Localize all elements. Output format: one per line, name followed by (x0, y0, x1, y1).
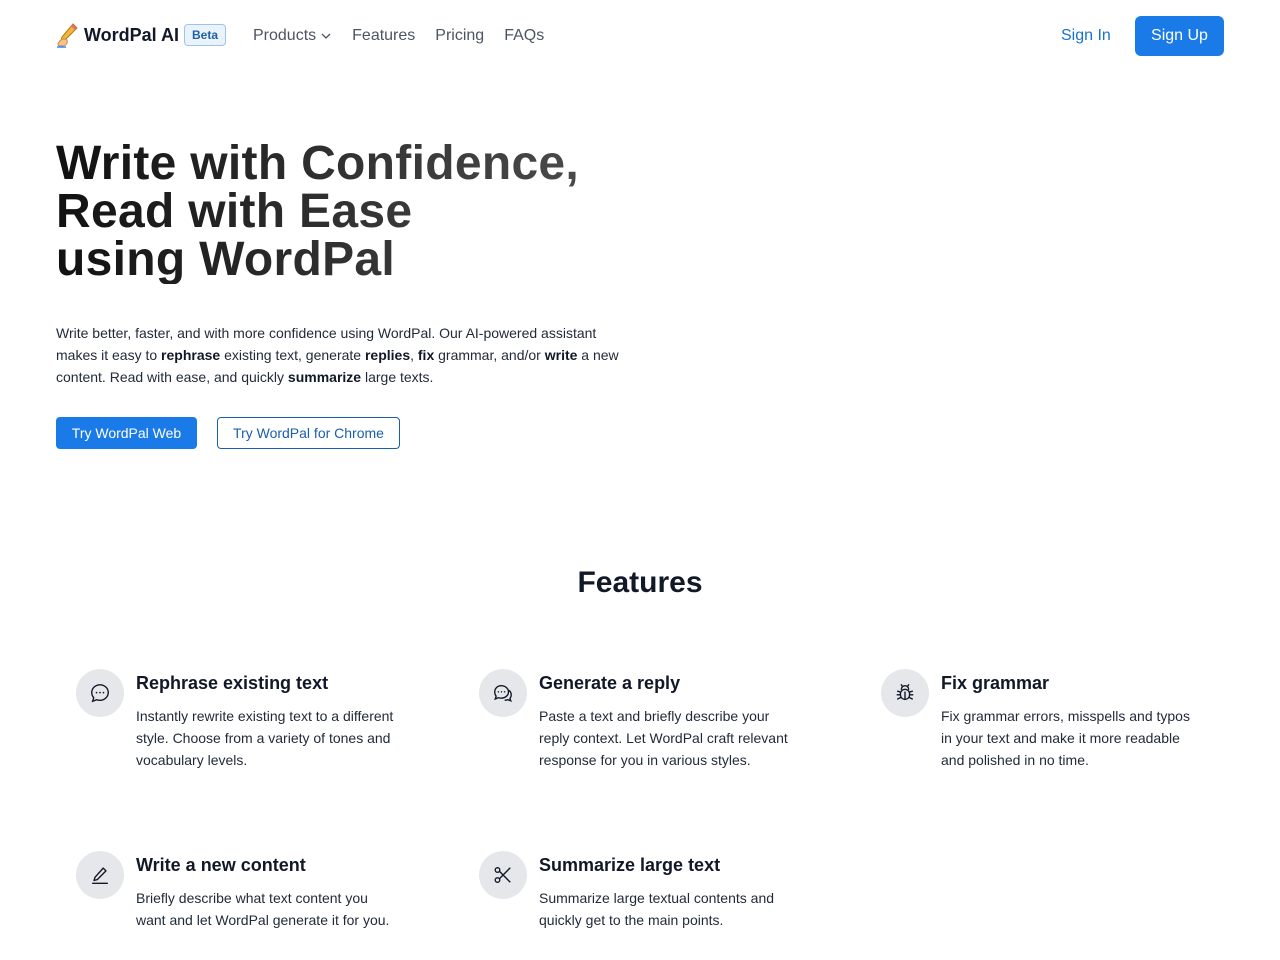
sign-in-link[interactable]: Sign In (1061, 26, 1111, 46)
feature-description: Instantly rewrite existing text to a dif… (136, 708, 394, 768)
desc-text: large texts. (361, 369, 434, 385)
try-web-button[interactable]: Try WordPal Web (56, 417, 197, 449)
feature-description: Fix grammar errors, misspells and typos … (941, 708, 1190, 768)
feature-title: Generate a reply (539, 673, 681, 693)
bug-icon (881, 669, 929, 717)
nav-products-dropdown[interactable]: Products (253, 26, 332, 46)
nav-features-link[interactable]: Features (352, 26, 415, 46)
pencil-icon (76, 851, 124, 899)
hero-title-line: using WordPal (56, 233, 396, 286)
beta-badge: Beta (184, 24, 227, 46)
feature-description: Summarize large textual contents and qui… (539, 890, 775, 928)
feature-description: Briefly describe what text content you w… (136, 890, 390, 928)
feature-title: Fix grammar (941, 673, 1050, 693)
hero-title-line: Read with Ease (56, 185, 413, 238)
writing-hand-icon (56, 22, 80, 48)
desc-keyword: summarize (287, 369, 362, 385)
feature-description: Paste a text and briefly describe your r… (539, 708, 788, 768)
feature-title: Rephrase existing text (136, 673, 329, 693)
brand-logo[interactable]: WordPal AI Beta (56, 22, 227, 48)
brand-name: WordPal AI (84, 24, 180, 45)
chat-bubble-dots-icon (76, 669, 124, 717)
nav-pricing-link[interactable]: Pricing (435, 26, 484, 46)
desc-keyword: replies (364, 347, 411, 363)
desc-text: grammar, and/or (434, 347, 545, 363)
scissors-icon (479, 851, 527, 899)
hero-description: Write better, faster, and with more conf… (56, 322, 636, 388)
desc-text: , (410, 347, 418, 363)
feature-title: Summarize large text (539, 855, 721, 875)
hero-title-line: Write with Confidence, (56, 137, 580, 190)
desc-keyword: rephrase (161, 347, 221, 363)
chevron-down-icon (321, 33, 331, 39)
try-chrome-button[interactable]: Try WordPal for Chrome (217, 417, 400, 449)
sign-up-button[interactable]: Sign Up (1135, 16, 1224, 56)
nav-products-label: Products (253, 27, 317, 44)
hero-title: Write with Confidence, Read with Ease us… (56, 140, 696, 284)
features-heading: Features (577, 566, 703, 599)
nav-links: Products Features Pricing FAQs (253, 26, 544, 46)
desc-keyword: write (544, 347, 578, 363)
desc-keyword: fix (417, 347, 435, 363)
nav-faqs-link[interactable]: FAQs (504, 26, 544, 46)
feature-title: Write a new content (136, 855, 306, 875)
desc-text: existing text, generate (220, 347, 365, 363)
top-navbar: WordPal AI Beta Products Features Pricin… (0, 0, 1280, 72)
chat-bubbles-icon (479, 669, 527, 717)
